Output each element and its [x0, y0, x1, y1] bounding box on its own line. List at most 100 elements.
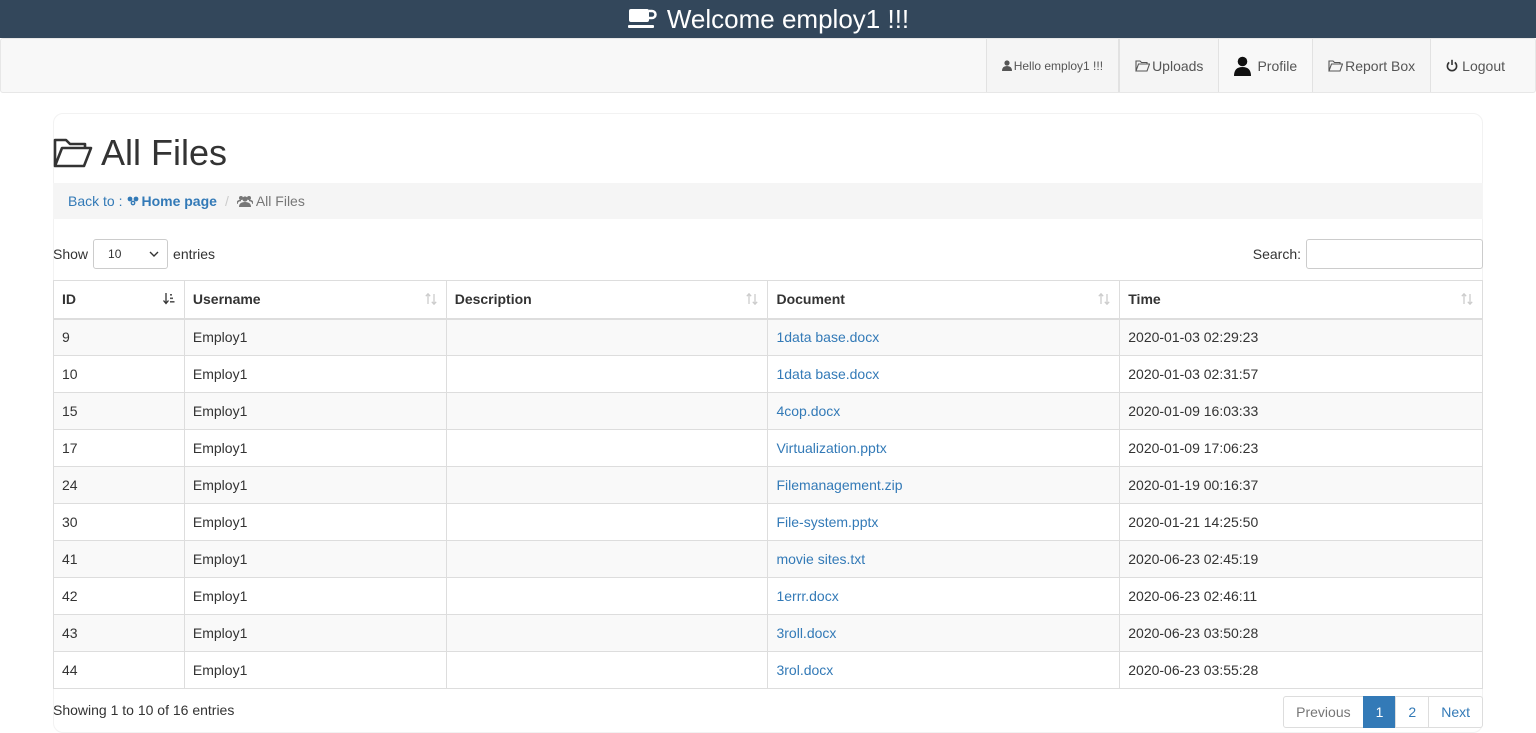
cell-document: 3rol.docx — [767, 651, 1121, 689]
breadcrumb-current-label: All Files — [255, 193, 305, 209]
document-link[interactable]: movie sites.txt — [776, 551, 865, 567]
cell-username: Employ1 — [183, 503, 447, 541]
cell-document: Virtualization.pptx — [767, 429, 1121, 467]
cell-id: 43 — [53, 614, 185, 652]
nav-hello-user[interactable]: Hello employ1 !!! — [985, 39, 1120, 92]
column-header-label: Description — [454, 291, 532, 308]
table-row: 9 Employ1 1data base.docx 2020-01-03 02:… — [53, 318, 1483, 356]
cell-description — [445, 392, 769, 430]
search-input[interactable] — [1306, 239, 1483, 269]
document-link[interactable]: 3roll.docx — [776, 625, 836, 641]
cell-description — [445, 577, 769, 615]
user-silhouette-icon — [1234, 56, 1252, 76]
search-box: Search: — [1253, 238, 1483, 270]
nav-uploads[interactable]: Uploads — [1119, 39, 1220, 92]
breadcrumb-prefix: Back to : — [68, 193, 123, 209]
entries-select[interactable]: 10 — [93, 239, 169, 269]
cell-id: 30 — [53, 503, 185, 541]
header-title: Welcome employ1 !!! — [666, 4, 910, 34]
cell-username: Employ1 — [183, 540, 447, 578]
cell-username: Employ1 — [183, 466, 447, 504]
breadcrumb-home-link[interactable]: Back to : Home page — [68, 193, 217, 209]
cell-document: 3roll.docx — [767, 614, 1121, 652]
cell-id: 42 — [53, 577, 185, 615]
table-info: Showing 1 to 10 of 16 entries — [53, 702, 235, 718]
pagination-previous-button[interactable]: Previous — [1283, 696, 1364, 728]
table-row: 41 Employ1 movie sites.txt 2020-06-23 02… — [53, 540, 1483, 578]
breadcrumb-current: All Files — [236, 193, 305, 209]
document-link[interactable]: 4cop.docx — [776, 403, 840, 419]
cell-id: 10 — [53, 355, 185, 393]
table-header-row: ID Username Description Document Time — [53, 280, 1483, 320]
document-link[interactable]: 3rol.docx — [776, 662, 833, 678]
cell-description — [445, 614, 769, 652]
nav-report-box[interactable]: Report Box — [1312, 39, 1432, 92]
cell-id: 15 — [53, 392, 185, 430]
cell-id: 44 — [53, 651, 185, 689]
cell-document: 4cop.docx — [767, 392, 1121, 430]
cell-time: 2020-06-23 02:46:11 — [1119, 577, 1483, 615]
cell-username: Employ1 — [183, 614, 447, 652]
cell-document: Filemanagement.zip — [767, 466, 1121, 504]
cell-time: 2020-01-03 02:31:57 — [1119, 355, 1483, 393]
cell-time: 2020-01-21 14:25:50 — [1119, 503, 1483, 541]
document-link[interactable]: 1data base.docx — [776, 366, 879, 382]
users-icon — [236, 195, 253, 207]
sort-both-icon — [1461, 293, 1473, 305]
files-table: ID Username Description Document Time 9 … — [53, 280, 1483, 689]
cell-id: 41 — [53, 540, 185, 578]
home-group-icon — [126, 195, 140, 207]
nav-profile[interactable]: Profile — [1219, 39, 1312, 92]
document-link[interactable]: Virtualization.pptx — [776, 440, 886, 456]
sort-both-icon — [425, 293, 437, 305]
cell-description — [445, 318, 769, 356]
column-header-document[interactable]: Document — [767, 280, 1121, 320]
cell-description — [445, 429, 769, 467]
nav-profile-label: Profile — [1257, 57, 1298, 74]
cell-username: Employ1 — [183, 355, 447, 393]
table-row: 15 Employ1 4cop.docx 2020-01-09 16:03:33 — [53, 392, 1483, 430]
cell-document: movie sites.txt — [767, 540, 1121, 578]
column-header-label: Document — [776, 291, 845, 308]
column-header-id[interactable]: ID — [53, 280, 185, 320]
cell-id: 17 — [53, 429, 185, 467]
cell-username: Employ1 — [183, 318, 447, 356]
column-header-description[interactable]: Description — [445, 280, 769, 320]
cell-time: 2020-01-09 17:06:23 — [1119, 429, 1483, 467]
nav-logout-label: Logout — [1462, 57, 1505, 74]
nav-hello-label: Hello employ1 !!! — [1013, 58, 1104, 73]
column-header-time[interactable]: Time — [1119, 280, 1483, 320]
show-entries: Show 10 entries — [53, 238, 215, 270]
cell-id: 24 — [53, 466, 185, 504]
folder-open-icon — [1135, 59, 1151, 72]
document-link[interactable]: Filemanagement.zip — [776, 477, 902, 493]
table-row: 17 Employ1 Virtualization.pptx 2020-01-0… — [53, 429, 1483, 467]
table-row: 44 Employ1 3rol.docx 2020-06-23 03:55:28 — [53, 651, 1483, 689]
table-row: 30 Employ1 File-system.pptx 2020-01-21 1… — [53, 503, 1483, 541]
folder-open-icon — [53, 137, 93, 169]
chevron-down-icon — [149, 251, 159, 257]
entries-label: entries — [173, 246, 216, 262]
column-header-label: Username — [192, 291, 261, 308]
column-header-username[interactable]: Username — [183, 280, 447, 320]
show-label: Show — [53, 246, 89, 262]
pagination-next-button[interactable]: Next — [1428, 696, 1483, 728]
cell-description — [445, 355, 769, 393]
cell-document: 1data base.docx — [767, 355, 1121, 393]
power-icon — [1446, 59, 1458, 72]
entries-select-value: 10 — [108, 247, 122, 261]
document-link[interactable]: File-system.pptx — [776, 514, 878, 530]
cell-time: 2020-01-19 00:16:37 — [1119, 466, 1483, 504]
coffee-cup-icon — [627, 7, 657, 31]
nav-logout[interactable]: Logout — [1431, 39, 1535, 92]
pagination-page-2[interactable]: 2 — [1395, 696, 1430, 728]
nav-uploads-label: Uploads — [1152, 57, 1204, 74]
document-link[interactable]: 1errr.docx — [776, 588, 838, 604]
sort-both-icon — [746, 293, 759, 305]
cell-description — [445, 466, 769, 504]
cell-description — [445, 503, 769, 541]
pagination: Previous 1 2 Next — [1283, 696, 1483, 728]
cell-description — [445, 651, 769, 689]
document-link[interactable]: 1data base.docx — [776, 329, 879, 345]
pagination-page-1[interactable]: 1 — [1362, 696, 1397, 728]
